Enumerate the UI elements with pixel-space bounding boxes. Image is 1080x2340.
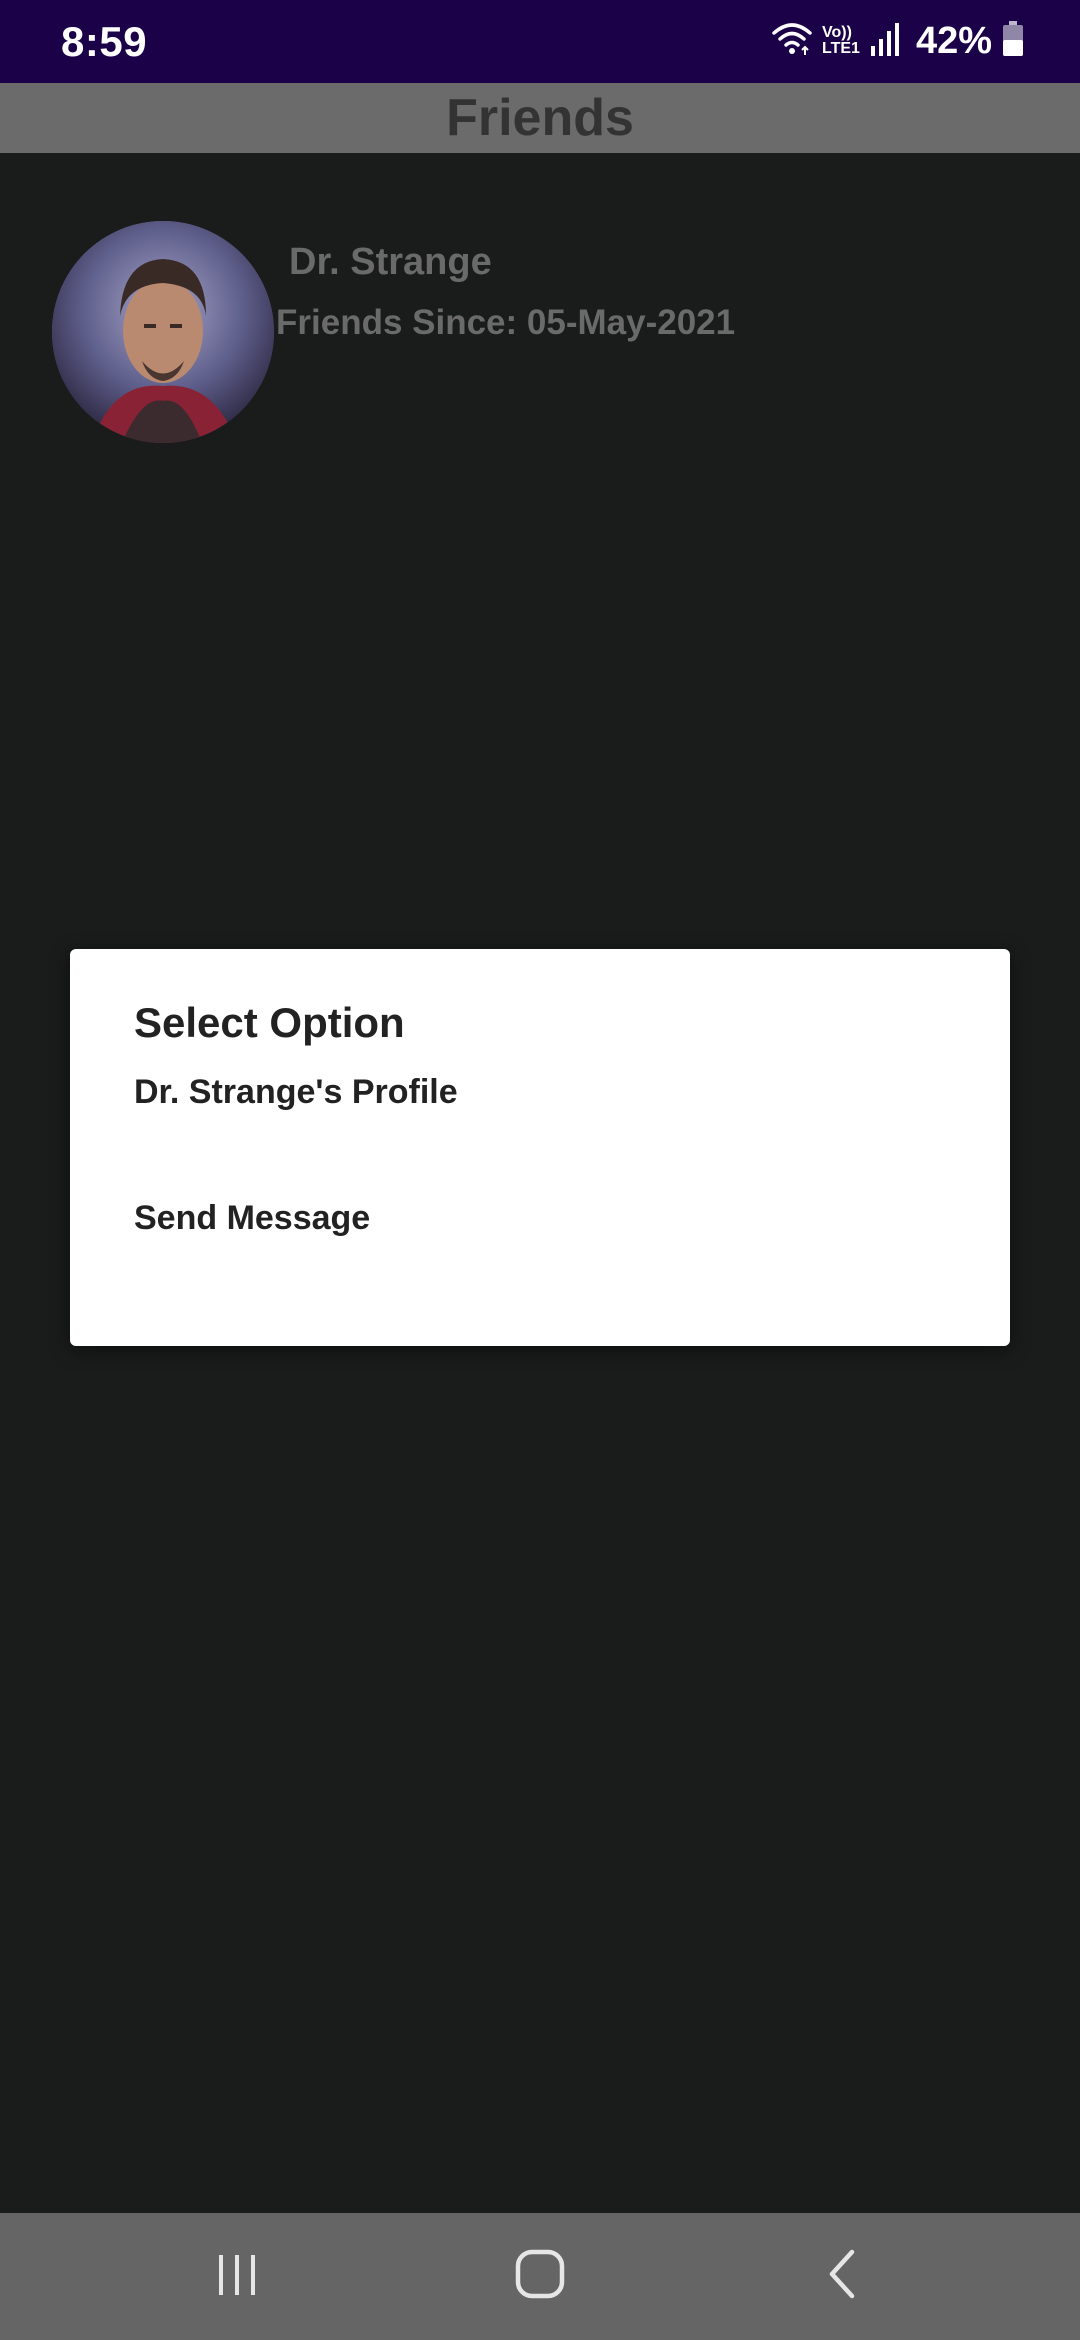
volte-indicator: Vo)) LTE1: [822, 25, 860, 57]
home-icon: [514, 2248, 566, 2305]
signal-icon: [870, 22, 900, 61]
app-bar: Friends: [0, 83, 1080, 153]
battery-icon: [1002, 20, 1024, 62]
home-button[interactable]: [480, 2231, 600, 2321]
recent-apps-button[interactable]: [178, 2231, 298, 2321]
volte-top: Vo)): [822, 24, 852, 41]
back-button[interactable]: [782, 2231, 902, 2321]
list-item[interactable]: Dr. Strange Friends Since: 05-May-2021: [52, 221, 1032, 451]
friend-since: Friends Since: 05-May-2021: [276, 303, 736, 342]
back-icon: [822, 2248, 862, 2305]
status-bar: 8:59 Vo)) LTE1 42%: [0, 0, 1080, 83]
volte-bottom: LTE1: [822, 40, 860, 57]
navigation-bar: [0, 2213, 1080, 2340]
friend-name: Dr. Strange: [289, 241, 492, 283]
status-icons: Vo)) LTE1 42%: [772, 16, 1024, 66]
recent-apps-icon: [213, 2249, 263, 2304]
send-message-option[interactable]: Send Message: [70, 1163, 1010, 1273]
select-option-dialog: Select Option Dr. Strange's Profile Send…: [70, 949, 1010, 1346]
avatar: [52, 221, 274, 443]
page-title: Friends: [446, 89, 634, 147]
status-time: 8:59: [61, 18, 148, 65]
battery-percent: 42%: [915, 19, 992, 62]
view-profile-option[interactable]: Dr. Strange's Profile: [70, 1037, 1010, 1147]
wifi-icon: [772, 21, 812, 62]
